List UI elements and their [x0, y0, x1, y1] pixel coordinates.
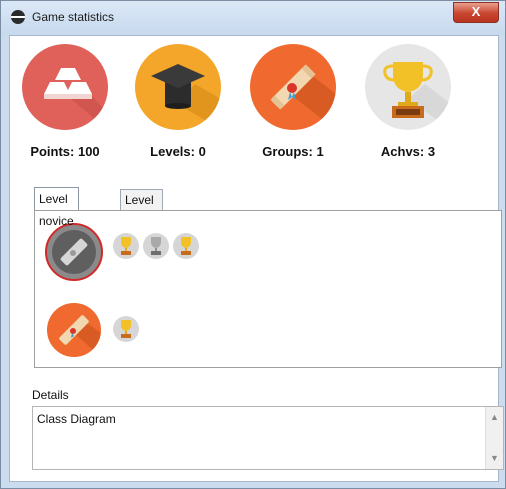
stat-groups: Groups: 1 — [238, 44, 348, 159]
trophy-gold-icon[interactable] — [113, 233, 139, 259]
levels-label: Levels: 0 — [150, 144, 206, 159]
scroll-up-arrow-icon[interactable]: ▲ — [486, 409, 503, 426]
tab-level-novice[interactable]: Level novice — [34, 187, 79, 228]
trophy-gold-icon[interactable] — [173, 233, 199, 259]
game-statistics-window: Game statistics X Points: 100 Levels: 0 … — [0, 0, 506, 489]
level-novice-panel — [34, 210, 502, 368]
close-button[interactable]: X — [453, 2, 499, 23]
group-badge[interactable] — [47, 303, 101, 357]
diploma-icon — [250, 44, 336, 130]
stat-levels: Levels: 0 — [123, 44, 233, 159]
app-icon — [11, 10, 25, 24]
client-area: Points: 100 Levels: 0 Groups: 1 Achvs: 3… — [9, 35, 504, 482]
details-scrollbar[interactable]: ▲ ▼ — [485, 407, 503, 469]
details-text: Class Diagram — [37, 412, 116, 426]
gold-bars-icon — [22, 44, 108, 130]
trophy-grey-icon[interactable] — [143, 233, 169, 259]
details-label: Details — [32, 388, 69, 402]
trophy-icon — [365, 44, 451, 130]
title-bar[interactable]: Game statistics X — [1, 1, 505, 35]
stat-achievements: Achvs: 3 — [353, 44, 463, 159]
tab-level-expert[interactable]: Level expert — [120, 189, 164, 227]
groups-label: Groups: 1 — [262, 144, 324, 159]
window-title: Game statistics — [32, 10, 115, 24]
achievements-label: Achvs: 3 — [380, 144, 436, 159]
scroll-down-arrow-icon[interactable]: ▼ — [486, 450, 503, 467]
graduation-cap-icon — [135, 44, 221, 130]
details-text-area[interactable]: Class Diagram ▲ ▼ — [32, 406, 504, 470]
points-label: Points: 100 — [30, 144, 100, 159]
stat-points: Points: 100 — [10, 44, 120, 159]
trophy-gold-icon[interactable] — [113, 316, 139, 342]
